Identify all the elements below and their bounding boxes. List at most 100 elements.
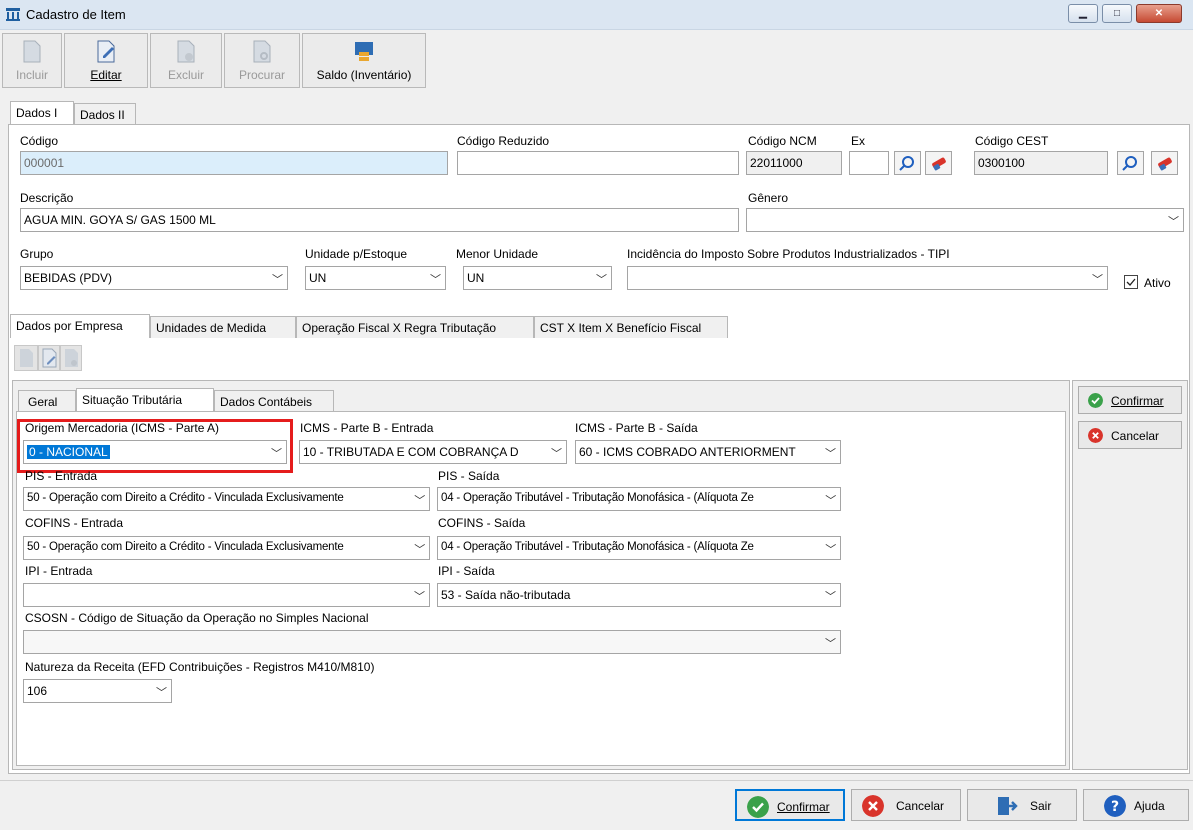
ativo-checkbox[interactable]	[1124, 275, 1138, 289]
genero-select[interactable]: ﹀	[746, 208, 1184, 232]
ipi-saida-label: IPI - Saída	[438, 564, 495, 578]
search-icon	[1122, 156, 1137, 171]
maximize-button[interactable]: □	[1102, 4, 1132, 23]
tab-dados-i-label: Dados I	[16, 106, 58, 120]
tab-operacao-fiscal[interactable]: Operação Fiscal X Regra Tributação	[296, 316, 534, 338]
cancelar-button[interactable]: Cancelar	[851, 789, 961, 821]
ncm-search-button[interactable]	[894, 151, 921, 175]
pis-entrada-select[interactable]: 50 - Operação com Direito a Crédito - Vi…	[23, 487, 430, 511]
ipi-entrada-select[interactable]: ﹀	[23, 583, 430, 607]
cofins-entrada-select[interactable]: 50 - Operação com Direito a Crédito - Vi…	[23, 536, 430, 560]
ncm-clear-button[interactable]	[925, 151, 952, 175]
tab-label: Dados por Empresa	[16, 319, 123, 333]
chevron-down-icon: ﹀	[825, 544, 836, 556]
chevron-down-icon: ﹀	[430, 274, 441, 286]
icms-b-saida-select[interactable]: 60 - ICMS COBRADO ANTERIORMENT ﹀	[575, 440, 841, 464]
csosn-select[interactable]: ﹀	[23, 630, 841, 654]
chevron-down-icon: ﹀	[551, 448, 562, 460]
incluir-button[interactable]: Incluir	[2, 33, 62, 88]
cest-field[interactable]: 0300100	[974, 151, 1108, 175]
tab-dados-ii[interactable]: Dados II	[74, 103, 136, 125]
cofins-saida-select[interactable]: 04 - Operação Tributável - Tributação Mo…	[437, 536, 841, 560]
origem-select[interactable]: 0 - NACIONAL ﹀	[23, 440, 287, 464]
cancelar-label: Cancelar	[896, 799, 945, 813]
side-cancelar-label: Cancelar	[1111, 429, 1160, 443]
eraser-icon	[1158, 157, 1172, 171]
pis-saida-select[interactable]: 04 - Operação Tributável - Tributação Mo…	[437, 487, 841, 511]
unidade-select[interactable]: UN ﹀	[305, 266, 446, 290]
menor-unidade-label: Menor Unidade	[456, 247, 539, 261]
chevron-down-icon: ﹀	[156, 687, 167, 699]
new-document-icon	[20, 349, 33, 367]
side-confirmar-button[interactable]: Confirmar	[1078, 386, 1182, 414]
menor-unidade-select[interactable]: UN ﹀	[463, 266, 612, 290]
confirmar-button[interactable]: Confirmar	[735, 789, 845, 821]
ncm-field[interactable]: 22011000	[746, 151, 842, 175]
close-button[interactable]: ✕	[1136, 4, 1182, 23]
cest-search-button[interactable]	[1117, 151, 1144, 175]
procurar-button[interactable]: Procurar	[224, 33, 300, 88]
descricao-label: Descrição	[20, 191, 74, 205]
check-circle-icon	[747, 796, 769, 818]
chevron-down-icon: ﹀	[414, 544, 425, 556]
side-cancelar-button[interactable]: Cancelar	[1078, 421, 1182, 449]
chevron-down-icon: ﹀	[825, 638, 836, 650]
excluir-label: Excluir	[167, 68, 204, 82]
pis-saida-label: PIS - Saída	[438, 469, 500, 483]
icms-b-entrada-select[interactable]: 10 - TRIBUTADA E COM COBRANÇA D ﹀	[299, 440, 567, 464]
minimize-icon: ▁	[1079, 8, 1087, 19]
origem-label: Origem Mercadoria (ICMS - Parte A)	[25, 421, 220, 435]
check-circle-icon	[1088, 393, 1103, 408]
saldo-inventario-button[interactable]: Saldo (Inventário)	[302, 33, 426, 88]
tipi-label: Incidência do Imposto Sobre Produtos Ind…	[627, 247, 950, 261]
delete-document-icon	[177, 40, 195, 63]
codigo-reduzido-label: Código Reduzido	[457, 134, 550, 148]
codigo-reduzido-field[interactable]	[457, 151, 739, 175]
svg-text:?: ?	[1111, 799, 1119, 815]
cofins-entrada-label: COFINS - Entrada	[25, 516, 124, 530]
descricao-field[interactable]: AGUA MIN. GOYA S/ GAS 1500 ML	[20, 208, 739, 232]
empresa-edit-button[interactable]	[38, 345, 60, 371]
tab-situacao-tributaria[interactable]: Situação Tributária	[76, 388, 214, 412]
maximize-icon: □	[1113, 8, 1121, 19]
chevron-down-icon: ﹀	[1168, 216, 1179, 228]
tab-dados-i[interactable]: Dados I	[10, 101, 74, 125]
ex-label: Ex	[851, 134, 866, 148]
minimize-button[interactable]: ▁	[1068, 4, 1098, 23]
chevron-down-icon: ﹀	[825, 448, 836, 460]
edit-document-icon	[42, 348, 57, 368]
ipi-saida-select[interactable]: 53 - Saída não-tributada ﹀	[437, 583, 841, 607]
empresa-new-button[interactable]	[14, 345, 38, 371]
window-title: Cadastro de Item	[26, 7, 126, 22]
excluir-button[interactable]: Excluir	[150, 33, 222, 88]
unidade-value: UN	[309, 271, 327, 285]
tab-dados-por-empresa[interactable]: Dados por Empresa	[10, 314, 150, 338]
tab-unidades-de-medida[interactable]: Unidades de Medida	[150, 316, 296, 338]
sair-button[interactable]: Sair	[967, 789, 1077, 821]
tipi-select[interactable]: ﹀	[627, 266, 1108, 290]
natureza-select[interactable]: 106 ﹀	[23, 679, 172, 703]
cofins-saida-label: COFINS - Saída	[438, 516, 526, 530]
codigo-field[interactable]: 000001	[20, 151, 448, 175]
saldo-label: Saldo (Inventário)	[316, 68, 412, 82]
tab-geral[interactable]: Geral	[18, 390, 76, 412]
tab-label: CST X Item X Benefício Fiscal	[540, 321, 702, 335]
genero-label: Gênero	[748, 191, 789, 205]
tab-label: Situação Tributária	[82, 393, 183, 407]
confirmar-label: Confirmar	[777, 800, 830, 814]
ajuda-button[interactable]: ? Ajuda	[1083, 789, 1189, 821]
tab-dados-contabeis[interactable]: Dados Contábeis	[214, 390, 334, 412]
tab-dados-ii-label: Dados II	[80, 108, 125, 122]
chevron-down-icon: ﹀	[596, 274, 607, 286]
cest-clear-button[interactable]	[1151, 151, 1178, 175]
empresa-delete-button[interactable]	[60, 345, 82, 371]
icms-b-saida-label: ICMS - Parte B - Saída	[575, 421, 698, 435]
ajuda-label: Ajuda	[1134, 799, 1165, 813]
ex-field[interactable]	[849, 151, 889, 175]
grupo-select[interactable]: BEBIDAS (PDV) ﹀	[20, 266, 288, 290]
search-icon	[899, 156, 914, 171]
editar-button[interactable]: Editar	[64, 33, 148, 88]
procurar-label: Procurar	[238, 68, 285, 82]
tab-cst-item-beneficio[interactable]: CST X Item X Benefício Fiscal	[534, 316, 728, 338]
cofins-entrada-value: 50 - Operação com Direito a Crédito - Vi…	[27, 541, 344, 553]
